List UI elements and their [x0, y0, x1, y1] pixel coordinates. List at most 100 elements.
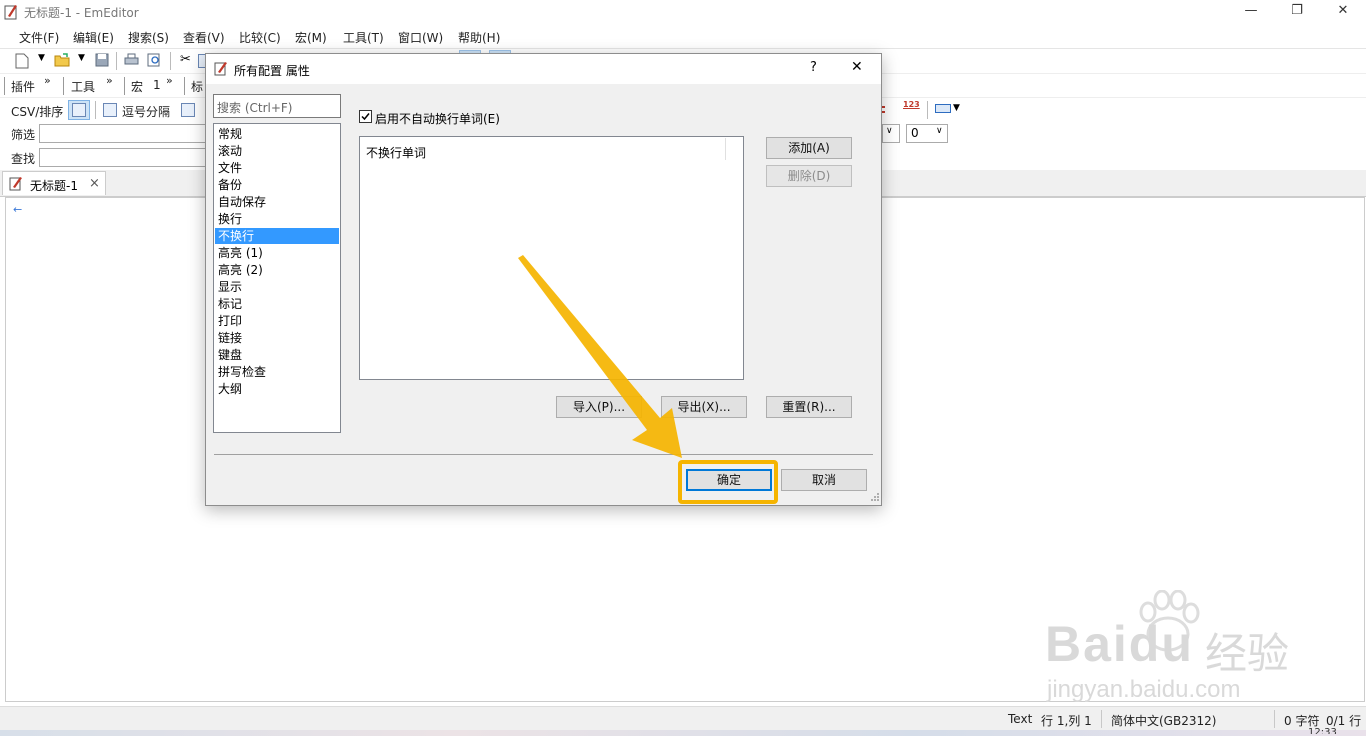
macros-overflow-icon[interactable]: » — [166, 74, 173, 87]
enable-no-wrap-label[interactable]: 启用不自动换行单词(E) — [375, 110, 500, 127]
markers-toolbar-label: 标 — [191, 80, 204, 94]
taskbar-clock: 12:33 — [1308, 728, 1337, 734]
open-dropdown-icon[interactable]: ▼ — [78, 53, 85, 63]
category-wrap[interactable]: 换行 — [215, 211, 339, 227]
delete-button[interactable]: 删除(D) — [766, 165, 852, 187]
column-mode-icon[interactable] — [935, 104, 951, 113]
status-encoding[interactable]: 简体中文(GB2312) — [1111, 712, 1216, 729]
toolbar-separator — [116, 52, 117, 70]
tab-label: 无标题-1 — [30, 179, 78, 193]
find-label: 查找 — [11, 152, 36, 166]
filter-label: 筛选 — [11, 128, 36, 142]
dialog-help-button[interactable]: ? — [810, 60, 817, 75]
menu-tools[interactable]: 工具(T) — [343, 29, 384, 46]
menu-help[interactable]: 帮助(H) — [458, 29, 500, 46]
resize-grip-icon[interactable] — [870, 492, 880, 502]
category-links[interactable]: 链接 — [215, 330, 339, 346]
window-title: 无标题-1 - EmEditor — [24, 6, 139, 20]
document-icon — [9, 177, 22, 191]
cancel-button[interactable]: 取消 — [781, 469, 867, 491]
category-search-input[interactable]: 搜索 (Ctrl+F) — [213, 94, 341, 118]
new-dropdown-icon[interactable]: ▼ — [38, 53, 45, 63]
open-folder-icon[interactable] — [54, 53, 70, 67]
new-file-icon[interactable] — [15, 53, 29, 69]
category-outline[interactable]: 大纲 — [215, 381, 339, 397]
menu-view[interactable]: 查看(V) — [183, 29, 225, 46]
enable-no-wrap-checkbox[interactable] — [359, 110, 372, 123]
toolbar-separator — [170, 52, 171, 70]
annotation-arrow-icon — [518, 255, 682, 458]
category-highlight-2[interactable]: 高亮 (2) — [215, 262, 339, 278]
reset-button[interactable]: 重置(R)... — [766, 396, 852, 418]
find-input[interactable] — [39, 148, 209, 167]
ok-button-highlight — [678, 460, 778, 504]
column-divider[interactable] — [725, 138, 726, 160]
category-marks[interactable]: 标记 — [215, 296, 339, 312]
status-char-count: 0 字符 — [1284, 714, 1320, 728]
watermark-brand: Baidu — [1045, 616, 1194, 672]
tools-toolbar-label: 工具 — [71, 80, 96, 94]
dialog-title: 所有配置 属性 — [234, 64, 310, 78]
dialog-app-icon — [214, 62, 227, 76]
status-line-count: 0/1 行 — [1326, 714, 1362, 728]
menu-edit[interactable]: 编辑(E) — [73, 29, 114, 46]
emeditor-app-icon — [4, 5, 17, 20]
category-spell-check[interactable]: 拼写检查 — [215, 364, 339, 380]
menu-bar: 文件(F) 编辑(E) 搜索(S) 查看(V) 比较(C) 宏(M) 工具(T)… — [0, 24, 1366, 49]
filter-input[interactable] — [39, 124, 209, 143]
tab-separated-icon[interactable] — [181, 103, 195, 117]
menu-compare[interactable]: 比较(C) — [239, 29, 281, 46]
tools-overflow-icon[interactable]: » — [106, 74, 113, 87]
filter-options-dropdown[interactable]: ∨ — [882, 124, 900, 143]
menu-macros[interactable]: 宏(M) — [295, 29, 327, 46]
plugins-overflow-icon[interactable]: » — [44, 74, 51, 87]
taskbar-strip: 12:33 — [0, 728, 1366, 736]
cut-icon[interactable]: ✂ — [180, 52, 191, 67]
csv-mode-button[interactable] — [68, 100, 90, 120]
add-button[interactable]: 添加(A) — [766, 137, 852, 159]
restore-button[interactable]: ❐ — [1274, 0, 1320, 24]
watermark-url: jingyan.baidu.com — [1047, 676, 1241, 703]
category-file[interactable]: 文件 — [215, 160, 339, 176]
dialog-close-button[interactable]: ✕ — [851, 59, 863, 75]
menu-search[interactable]: 搜索(S) — [128, 29, 169, 46]
comma-separated-icon[interactable] — [103, 103, 117, 117]
status-position[interactable]: 行 1,列 1 — [1041, 712, 1092, 729]
checkmark-icon — [361, 113, 370, 121]
tab-close-icon[interactable]: × — [89, 176, 100, 191]
tab-untitled-1[interactable]: 无标题-1 × — [2, 171, 106, 195]
dialog-title-bar: 所有配置 属性 ? ✕ — [206, 54, 881, 84]
category-highlight-1[interactable]: 高亮 (1) — [215, 245, 339, 261]
status-bar: Text 行 1,列 1 简体中文(GB2312) 0 字符 0/1 行 — [0, 706, 1366, 731]
category-display[interactable]: 显示 — [215, 279, 339, 295]
menu-file[interactable]: 文件(F) — [19, 29, 59, 46]
category-autosave[interactable]: 自动保存 — [215, 194, 339, 210]
macros-extra[interactable]: 1 — [153, 78, 161, 92]
category-list[interactable]: 常规 滚动 文件 备份 自动保存 换行 不换行 高亮 (1) 高亮 (2) 显示… — [213, 123, 341, 433]
comma-separated-label[interactable]: 逗号分隔 — [122, 103, 170, 120]
title-bar: 无标题-1 - EmEditor — ❐ ✕ — [0, 0, 1366, 24]
minimize-button[interactable]: — — [1228, 0, 1274, 24]
save-icon[interactable] — [95, 53, 109, 67]
menu-window[interactable]: 窗口(W) — [398, 29, 443, 46]
category-backup[interactable]: 备份 — [215, 177, 339, 193]
category-scroll[interactable]: 滚动 — [215, 143, 339, 159]
category-no-wrap[interactable]: 不换行 — [215, 228, 339, 244]
plugins-toolbar-label: 插件 — [11, 80, 36, 94]
table-icon — [72, 103, 86, 117]
no-wrap-words-header[interactable]: 不换行单词 — [366, 144, 426, 161]
numbers-icon[interactable]: 123 — [903, 100, 920, 109]
print-preview-icon[interactable] — [147, 53, 162, 67]
print-icon[interactable] — [124, 53, 139, 67]
column-select[interactable]: 0 ∨ — [906, 124, 948, 143]
close-window-button[interactable]: ✕ — [1320, 0, 1366, 24]
category-keyboard[interactable]: 键盘 — [215, 347, 339, 363]
category-print[interactable]: 打印 — [215, 313, 339, 329]
end-of-line-marker: ← — [13, 203, 23, 216]
column-mode-dropdown-icon[interactable]: ▼ — [953, 103, 960, 113]
numbered-list-icon[interactable] — [881, 101, 901, 119]
status-mode[interactable]: Text — [1008, 712, 1032, 726]
category-general[interactable]: 常规 — [215, 126, 339, 142]
macros-toolbar-label: 宏 — [131, 80, 144, 94]
watermark-brand-cn: 经验 — [1205, 629, 1290, 678]
